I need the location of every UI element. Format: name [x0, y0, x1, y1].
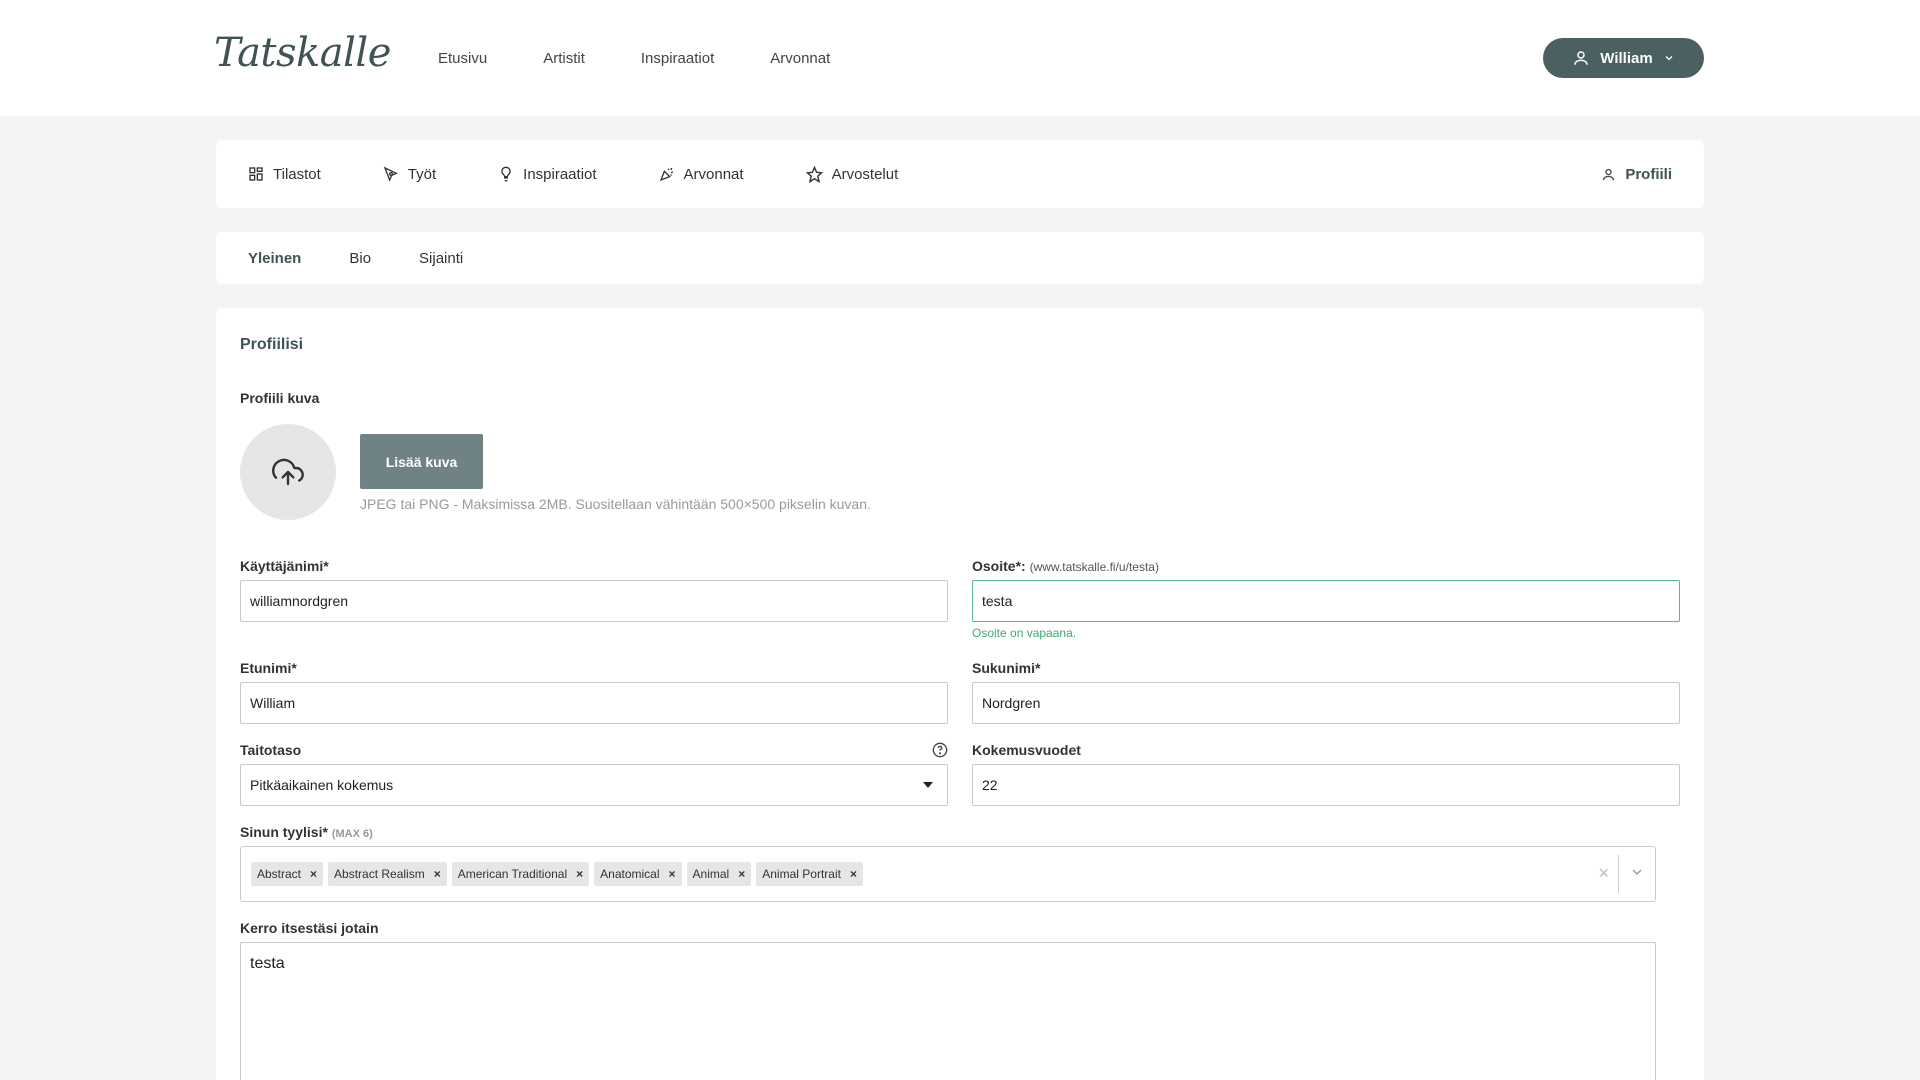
dash-item-label: Arvonnat — [683, 165, 744, 183]
style-tag: Animal × — [686, 862, 752, 886]
style-tag: Abstract Realism × — [328, 862, 447, 886]
main-nav: Etusivu Artistit Inspiraatiot Arvonnat — [438, 0, 886, 116]
cloud-upload-icon — [272, 458, 304, 486]
avatar-upload[interactable] — [240, 424, 336, 520]
remove-tag-icon[interactable]: × — [734, 867, 751, 881]
style-tag-label: Anatomical — [600, 867, 660, 881]
address-available-message: Osoite on vapaana. — [972, 626, 1077, 640]
address-hint: (www.tatskalle.fi/u/testa) — [1029, 560, 1159, 574]
style-tag-label: American Traditional — [457, 867, 568, 881]
remove-tag-icon[interactable]: × — [430, 867, 447, 881]
nav-artistit[interactable]: Artistit — [543, 50, 585, 67]
help-icon[interactable] — [932, 742, 948, 758]
style-tag-label: Abstract Realism — [334, 867, 425, 881]
username-input[interactable]: williamnordgren — [240, 580, 948, 622]
section-title: Profiilisi — [240, 336, 304, 353]
style-tag: American Traditional × — [451, 862, 590, 886]
remove-tag-icon[interactable]: × — [306, 867, 323, 881]
image-hint: JPEG tai PNG - Maksimissa 2MB. Suositell… — [360, 496, 871, 512]
style-tag-label: Abstract — [257, 867, 302, 881]
user-icon — [1603, 168, 1615, 180]
divider — [1618, 855, 1619, 893]
style-tag: Abstract × — [251, 862, 324, 886]
chevron-down-icon[interactable] — [1629, 864, 1645, 880]
tab-yleinen[interactable]: Yleinen — [248, 250, 301, 267]
profile-tabs: Yleinen Bio Sijainti — [216, 232, 1704, 284]
chevron-down-icon — [1665, 56, 1673, 61]
styles-max: (MAX 6) — [331, 828, 373, 840]
experience-input[interactable]: 22 — [972, 764, 1680, 806]
dash-item-label: Arvostelut — [831, 165, 899, 183]
skill-label: Taitotaso — [240, 742, 302, 758]
remove-tag-icon[interactable]: × — [572, 867, 589, 881]
user-menu-button[interactable]: William — [1543, 38, 1704, 78]
dash-profile-label: Profiili — [1625, 165, 1672, 183]
grid-icon — [249, 167, 263, 181]
styles-multiselect[interactable]: Abstract × Abstract Realism × American Tra… — [240, 846, 1656, 902]
dash-item-tilastot[interactable]: Tilastot — [248, 166, 321, 183]
dash-item-label: Työt — [407, 165, 437, 183]
dashboard-nav: Tilastot Työt Inspiraatiot Arvonnat Arvo… — [216, 140, 1704, 208]
lastname-label: Sukunimi* — [972, 660, 1041, 676]
style-tag-label: Animal — [692, 867, 730, 881]
clear-all-icon[interactable]: × — [1598, 862, 1609, 884]
dash-item-label: Inspiraatiot — [523, 165, 597, 183]
firstname-input[interactable]: William — [240, 682, 948, 724]
dash-item-tyot[interactable]: Työt — [383, 166, 436, 183]
dash-item-profiili[interactable]: Profiili — [1601, 140, 1672, 208]
star-icon — [805, 165, 823, 183]
pen-icon — [383, 166, 398, 182]
skill-selected-value: Pitkäaikainen kokemus — [250, 777, 394, 793]
username-label: Käyttäjänimi* — [240, 558, 329, 574]
lightbulb-icon — [501, 166, 511, 182]
profile-image-label: Profiili kuva — [240, 390, 320, 406]
party-icon — [659, 167, 673, 182]
skill-select[interactable]: Pitkäaikainen kokemus — [240, 764, 948, 806]
top-bar: Tatskalle Etusivu Artistit Inspiraatiot … — [0, 0, 1920, 116]
nav-arvonnat[interactable]: Arvonnat — [770, 50, 830, 67]
styles-label-text: Sinun tyylisi* — [240, 824, 328, 840]
style-tag: Anatomical × — [594, 862, 682, 886]
caret-down-icon — [923, 782, 933, 788]
address-label: Osoite*: (www.tatskalle.fi/u/testa) — [972, 558, 1159, 574]
address-input[interactable]: testa — [972, 580, 1680, 622]
lastname-input[interactable]: Nordgren — [972, 682, 1680, 724]
add-image-button[interactable]: Lisää kuva — [360, 434, 483, 489]
dash-item-arvonnat[interactable]: Arvonnat — [659, 166, 744, 183]
remove-tag-icon[interactable]: × — [846, 867, 863, 881]
style-tag: Animal Portrait × — [756, 862, 863, 886]
dash-item-inspiraatiot[interactable]: Inspiraatiot — [498, 165, 597, 183]
user-icon — [1574, 51, 1589, 65]
styles-label: Sinun tyylisi* (MAX 6) — [240, 824, 373, 840]
tab-bio[interactable]: Bio — [349, 250, 371, 267]
logo[interactable]: Tatskalle — [214, 30, 391, 76]
dash-item-label: Tilastot — [273, 165, 321, 183]
dash-item-arvostelut[interactable]: Arvostelut — [805, 165, 899, 183]
experience-label: Kokemusvuodet — [972, 742, 1081, 758]
tab-sijainti[interactable]: Sijainti — [419, 250, 463, 267]
nav-inspiraatiot[interactable]: Inspiraatiot — [641, 50, 714, 67]
about-label: Kerro itsestäsi jotain — [240, 920, 379, 936]
remove-tag-icon[interactable]: × — [665, 867, 682, 881]
style-tag-label: Animal Portrait — [762, 867, 841, 881]
profile-form: Profiilisi Profiili kuva Lisää kuva JPEG… — [216, 308, 1704, 1080]
nav-etusivu[interactable]: Etusivu — [438, 50, 487, 67]
address-label-text: Osoite*: — [972, 558, 1026, 574]
about-textarea[interactable]: testa — [240, 942, 1656, 1080]
user-name: William — [1600, 49, 1653, 67]
firstname-label: Etunimi* — [240, 660, 297, 676]
